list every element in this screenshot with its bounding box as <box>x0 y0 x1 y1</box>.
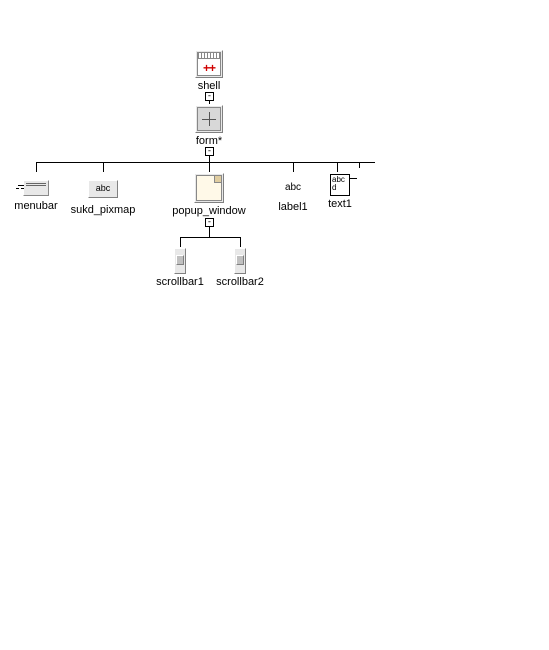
connector <box>103 162 104 172</box>
pixmap-icon: abc <box>88 180 118 198</box>
plus-plus-icon: ++ <box>198 61 220 75</box>
connector <box>293 162 294 172</box>
node-scrollbar1[interactable]: scrollbar1 <box>150 248 210 288</box>
connector <box>240 237 241 247</box>
node-shell[interactable]: ++ shell <box>179 50 239 92</box>
text-icon: abc d <box>330 174 350 196</box>
widget-tree-diagram: ++ shell - form* - menubar abc sukd_pixm… <box>0 0 549 650</box>
node-form[interactable]: form* <box>179 105 239 147</box>
node-scrollbar2[interactable]: scrollbar2 <box>210 248 270 288</box>
node-label: sukd_pixmap <box>71 204 136 216</box>
connector <box>337 162 338 172</box>
connector <box>36 162 359 163</box>
connector <box>180 237 240 238</box>
node-sukd-pixmap[interactable]: abc sukd_pixmap <box>58 180 148 216</box>
node-label: popup_window <box>172 205 245 217</box>
node-label: label1 <box>278 201 307 213</box>
toggle-popup-window[interactable]: - <box>205 218 214 227</box>
form-icon <box>195 105 223 133</box>
popup-window-icon <box>194 173 224 203</box>
label-icon: abc <box>285 182 301 193</box>
scrollbar-icon <box>234 248 246 274</box>
scrollbar-icon <box>174 248 186 274</box>
node-menubar[interactable]: menubar <box>6 178 66 212</box>
node-label: scrollbar2 <box>216 276 264 288</box>
connector <box>209 162 210 172</box>
menubar-icon <box>23 180 49 196</box>
node-popup-window[interactable]: popup_window <box>164 173 254 217</box>
node-label: menubar <box>14 200 57 212</box>
node-label: text1 <box>328 198 352 210</box>
node-label: scrollbar1 <box>156 276 204 288</box>
toggle-shell[interactable]: - <box>205 92 214 101</box>
connector <box>180 237 181 247</box>
node-text1[interactable]: abc d text1 <box>318 174 362 210</box>
connector <box>36 162 37 172</box>
node-label1[interactable]: abc label1 <box>263 182 323 213</box>
shell-icon: ++ <box>195 50 223 78</box>
connector <box>359 162 375 163</box>
toggle-form[interactable]: - <box>205 147 214 156</box>
